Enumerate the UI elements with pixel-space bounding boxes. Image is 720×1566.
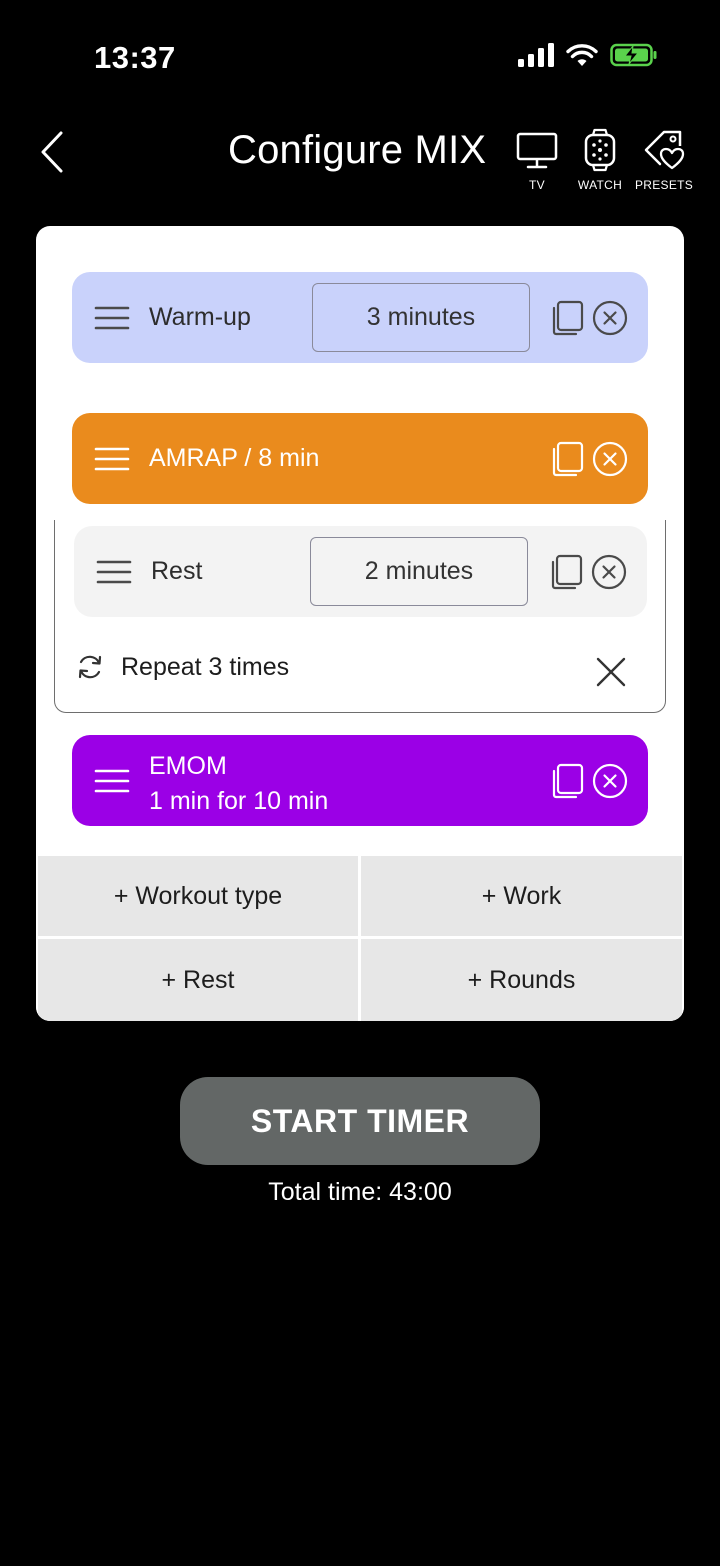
total-time: Total time: 43:00 (268, 1178, 452, 1206)
block-label: Warm-up (149, 303, 251, 331)
remove-icon[interactable] (591, 554, 627, 590)
tag-heart-icon (644, 130, 685, 170)
duration-field[interactable]: 2 minutes (310, 537, 528, 606)
block-amrap[interactable]: AMRAP / 8 min (72, 413, 648, 504)
drag-handle-icon[interactable] (96, 559, 132, 585)
block-label: AMRAP / 8 min (149, 444, 320, 472)
presets-label: PRESETS (634, 178, 694, 192)
tv-icon (516, 132, 558, 169)
workout-list-card: Warm-up 3 minutes AMRAP / 8 min Rest 2 m… (36, 226, 684, 1021)
add-buttons-grid: + Workout type + Work + Rest + Rounds (36, 856, 684, 1021)
repeat-control[interactable]: Repeat 3 times (75, 652, 289, 682)
block-emom[interactable]: EMOM 1 min for 10 min (72, 735, 648, 826)
add-workout-type-button[interactable]: + Workout type (38, 856, 358, 936)
amrap-group: Rest 2 minutes Repeat 3 times (54, 520, 666, 713)
presets-button[interactable]: PRESETS (634, 128, 694, 192)
configure-mix-screen: 13:37 Configure MIX TV WATCH PRESETS War… (0, 0, 720, 1566)
drag-handle-icon[interactable] (94, 768, 130, 794)
remove-icon[interactable] (592, 763, 628, 799)
close-icon[interactable] (595, 656, 627, 688)
remove-icon[interactable] (592, 300, 628, 336)
back-button[interactable] (30, 128, 74, 176)
duration-field[interactable]: 3 minutes (312, 283, 530, 352)
battery-charging-icon (610, 43, 657, 67)
signal-icon (518, 43, 554, 67)
add-rounds-button[interactable]: + Rounds (361, 939, 682, 1021)
drag-handle-icon[interactable] (94, 446, 130, 472)
emom-detail: 1 min for 10 min (149, 787, 329, 815)
remove-icon[interactable] (592, 441, 628, 477)
start-timer-button[interactable]: START TIMER (180, 1077, 540, 1165)
status-time: 13:37 (94, 40, 176, 75)
block-rest[interactable]: Rest 2 minutes (74, 526, 647, 617)
add-work-button[interactable]: + Work (361, 856, 682, 936)
copy-icon[interactable] (550, 300, 584, 336)
tv-label: TV (529, 178, 545, 192)
copy-icon[interactable] (550, 763, 584, 799)
tv-button[interactable]: TV (512, 128, 562, 192)
wifi-icon (566, 44, 598, 66)
drag-handle-icon[interactable] (94, 305, 130, 331)
repeat-icon (78, 655, 102, 679)
copy-icon[interactable] (550, 441, 584, 477)
watch-icon (584, 128, 616, 172)
repeat-label: Repeat 3 times (121, 652, 290, 681)
watch-label: WATCH (577, 178, 623, 192)
watch-button[interactable]: WATCH (572, 128, 628, 192)
status-icons (518, 43, 658, 67)
page-title: Configure MIX (228, 128, 487, 172)
copy-icon[interactable] (549, 554, 583, 590)
emom-title: EMOM (149, 752, 227, 780)
chevron-left-icon (41, 131, 63, 173)
block-label: Rest (151, 557, 203, 585)
block-warmup[interactable]: Warm-up 3 minutes (72, 272, 648, 363)
add-rest-button[interactable]: + Rest (38, 939, 358, 1021)
block-label: EMOM 1 min for 10 min (149, 749, 328, 819)
